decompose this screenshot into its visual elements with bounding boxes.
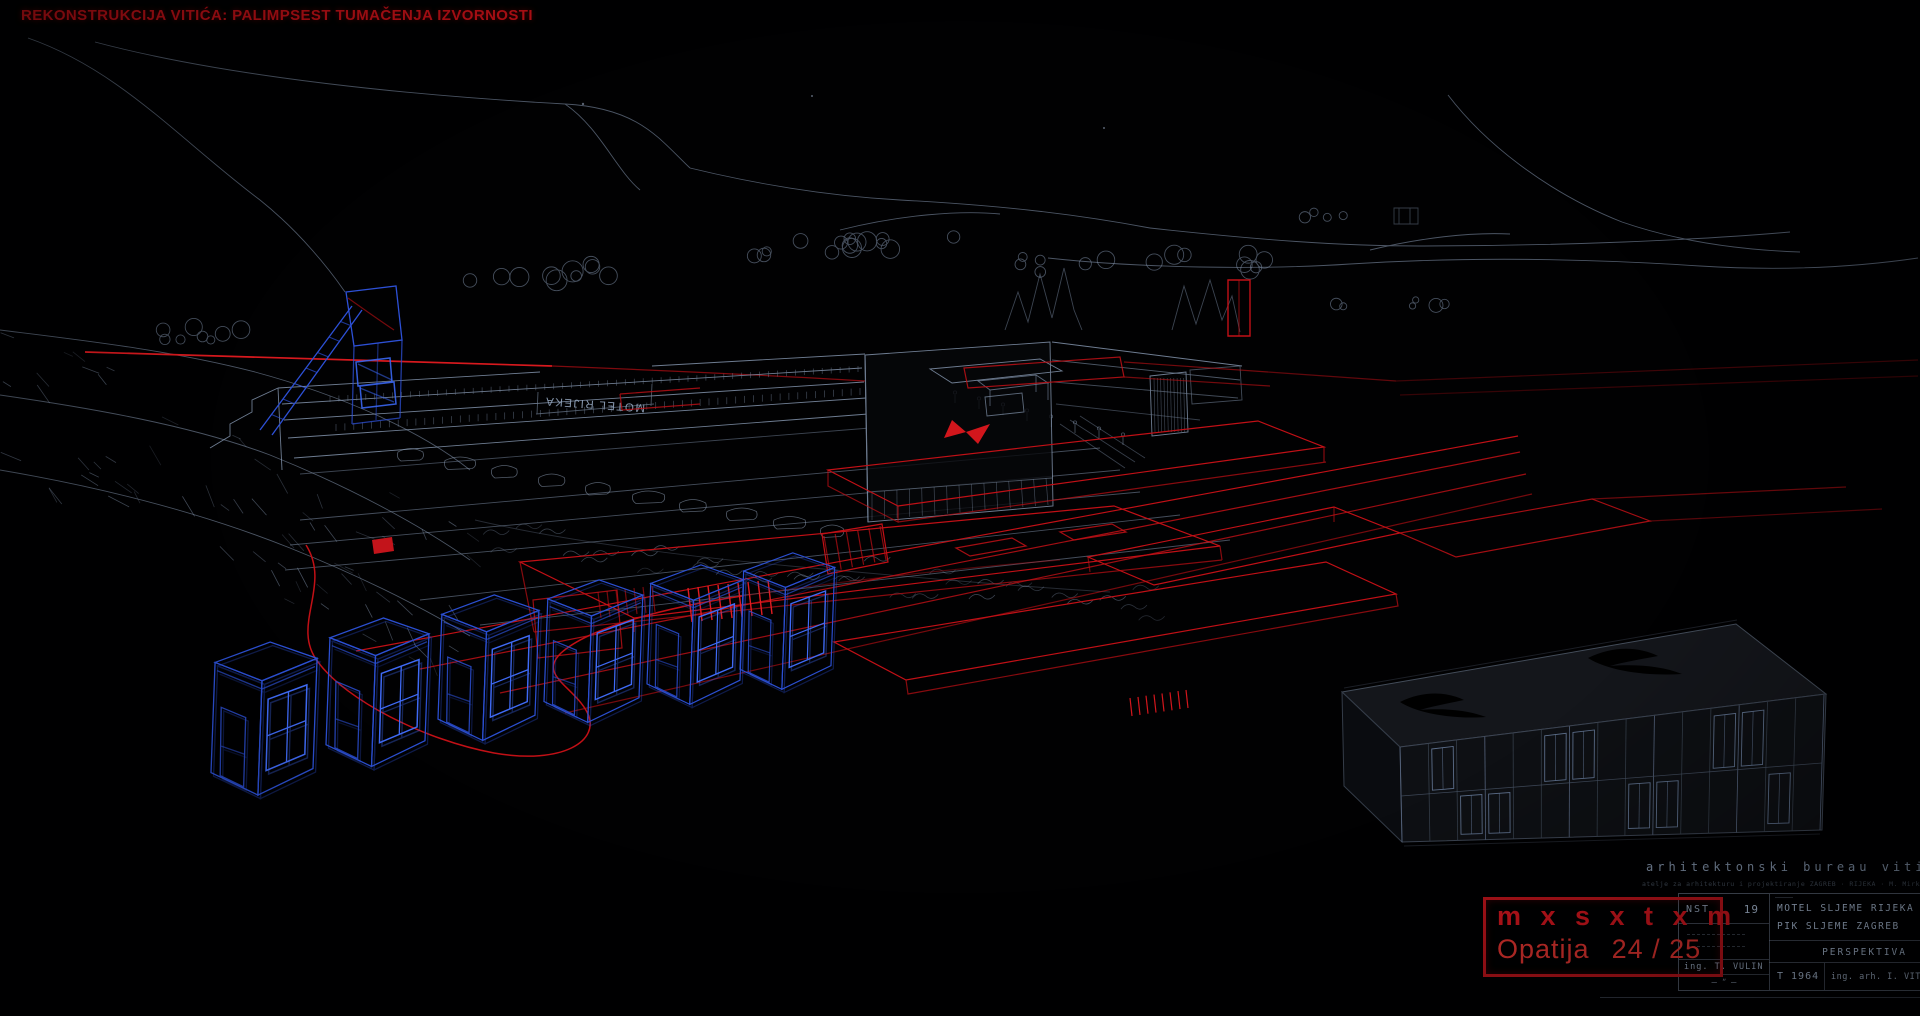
perspective-drawing: MOTEL RIJEKA xyxy=(0,0,1920,1016)
studio-name: m x s x t x m xyxy=(1497,901,1737,932)
rock-hatching xyxy=(1,333,481,676)
terrain-contours xyxy=(0,38,1918,636)
sheet-number: 19 xyxy=(1744,903,1759,916)
bottom-rule-line xyxy=(1600,997,1920,998)
badge-location: Opatija xyxy=(1497,934,1590,964)
drawing-type: PERSPEKTIVA xyxy=(1769,941,1920,963)
project-title-cell: MOTEL SLJEME RIJEKA PIK SLJEME ZAGREB xyxy=(1769,894,1920,941)
architect-office-subline: atelje za arhitekturu i projektiranje ZA… xyxy=(1642,880,1920,888)
micro-label xyxy=(1775,897,1793,898)
blue-module-wireframes xyxy=(211,286,837,799)
blue-modular-boxes xyxy=(211,553,837,799)
promenade-lines xyxy=(285,448,1230,625)
badge-season: 24 / 25 xyxy=(1612,934,1702,964)
boat-car-sketches xyxy=(397,449,843,538)
project-title-line1: MOTEL SLJEME RIJEKA xyxy=(1777,903,1914,914)
architect-signature: ing. arh. I. VITIĆ xyxy=(1825,963,1920,990)
page-title: REKONSTRUKCIJA VITIĆA: PALIMPSEST TUMAČE… xyxy=(21,7,533,24)
project-title-line2: PIK SLJEME ZAGREB xyxy=(1777,921,1900,932)
red-road-line xyxy=(85,298,865,381)
massing-model-3d xyxy=(1342,620,1826,846)
ditto-mark: — ʺ — xyxy=(1679,975,1769,990)
studio-badge: m x s x t x m Opatija24 / 25 xyxy=(1483,897,1723,977)
studio-location-season: Opatija 24 / 25 xyxy=(1497,934,1701,965)
poster-canvas: MOTEL RIJEKA xyxy=(0,0,1920,1016)
drawing-date: T 1964 xyxy=(1769,963,1825,990)
architect-office-name: arhitektonski bureau vitić xyxy=(1646,860,1920,874)
